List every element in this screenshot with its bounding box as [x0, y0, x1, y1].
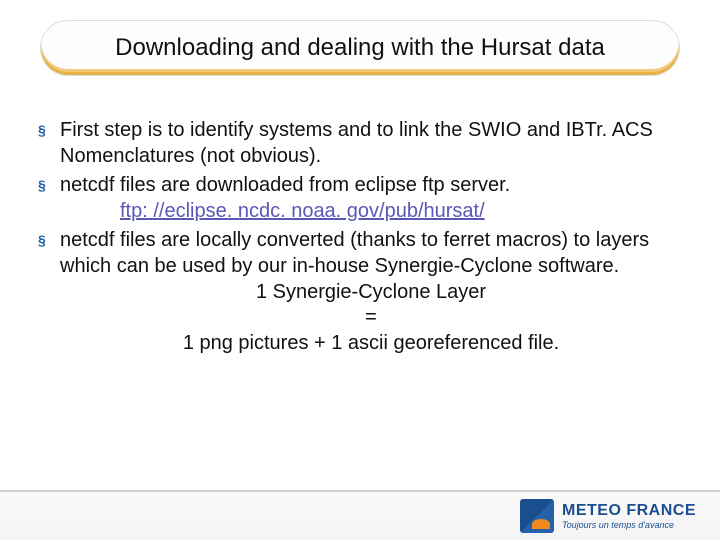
bullet-marker-icon: §: [38, 118, 60, 169]
bullet-text: First step is to identify systems and to…: [60, 118, 682, 169]
slide-title: Downloading and dealing with the Hursat …: [115, 34, 605, 62]
bullet-item: § netcdf files are locally converted (th…: [38, 228, 682, 356]
bullet-text-span: netcdf files are downloaded from eclipse…: [60, 174, 510, 196]
slide: Downloading and dealing with the Hursat …: [0, 0, 720, 540]
logo-icon: [520, 499, 554, 533]
ftp-link[interactable]: ftp: //eclipse. ncdc. noaa. gov/pub/hurs…: [120, 199, 485, 225]
logo-text-block: METEO FRANCE Toujours un temps d'avance: [562, 503, 696, 530]
logo-brand: METEO FRANCE: [562, 503, 696, 519]
bullet-marker-icon: §: [38, 173, 60, 224]
bullet-text: netcdf files are locally converted (than…: [60, 228, 682, 356]
bullet-text-span: netcdf files are locally converted (than…: [60, 229, 649, 277]
bullet-item: § netcdf files are downloaded from eclip…: [38, 173, 682, 224]
logo-tagline: Toujours un temps d'avance: [562, 521, 696, 530]
bullet-text: netcdf files are downloaded from eclipse…: [60, 173, 682, 224]
slide-body: § First step is to identify systems and …: [38, 118, 682, 360]
center-line: 1 Synergie-Cyclone Layer: [60, 280, 682, 306]
bullet-marker-icon: §: [38, 228, 60, 356]
meteo-france-logo: METEO FRANCE Toujours un temps d'avance: [520, 499, 696, 533]
title-bar: Downloading and dealing with the Hursat …: [40, 20, 680, 76]
center-line: =: [60, 305, 682, 331]
bullet-item: § First step is to identify systems and …: [38, 118, 682, 169]
footer: METEO FRANCE Toujours un temps d'avance: [0, 490, 720, 540]
center-line: 1 png pictures + 1 ascii georeferenced f…: [60, 331, 682, 357]
